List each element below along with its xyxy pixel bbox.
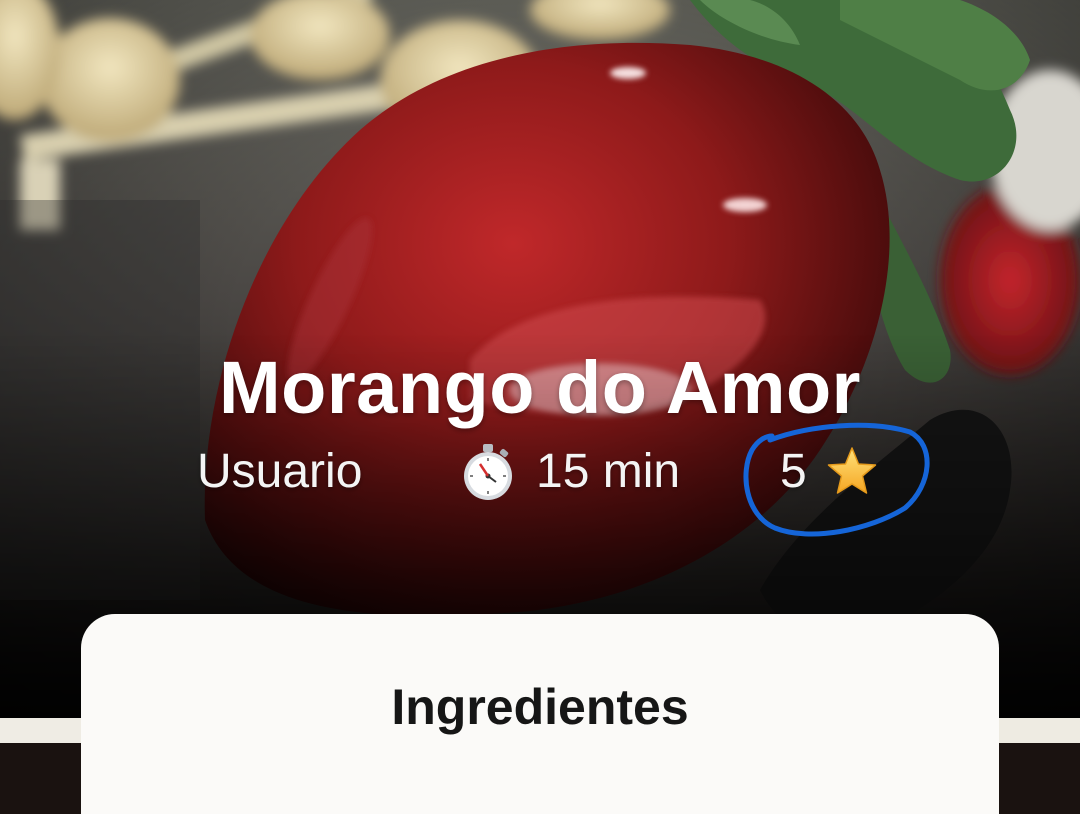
- recipe-time: 15 min: [458, 440, 680, 504]
- background-surface-left: [0, 718, 81, 743]
- background-surface-right: [999, 718, 1080, 743]
- recipe-author[interactable]: Usuario: [197, 440, 362, 504]
- ingredients-heading: Ingredientes: [391, 679, 689, 735]
- recipe-time-value: 15 min: [536, 445, 681, 498]
- stopwatch-icon: [464, 444, 512, 500]
- ingredients-card: Ingredientes: [81, 614, 999, 814]
- annotation-circle: [743, 422, 930, 537]
